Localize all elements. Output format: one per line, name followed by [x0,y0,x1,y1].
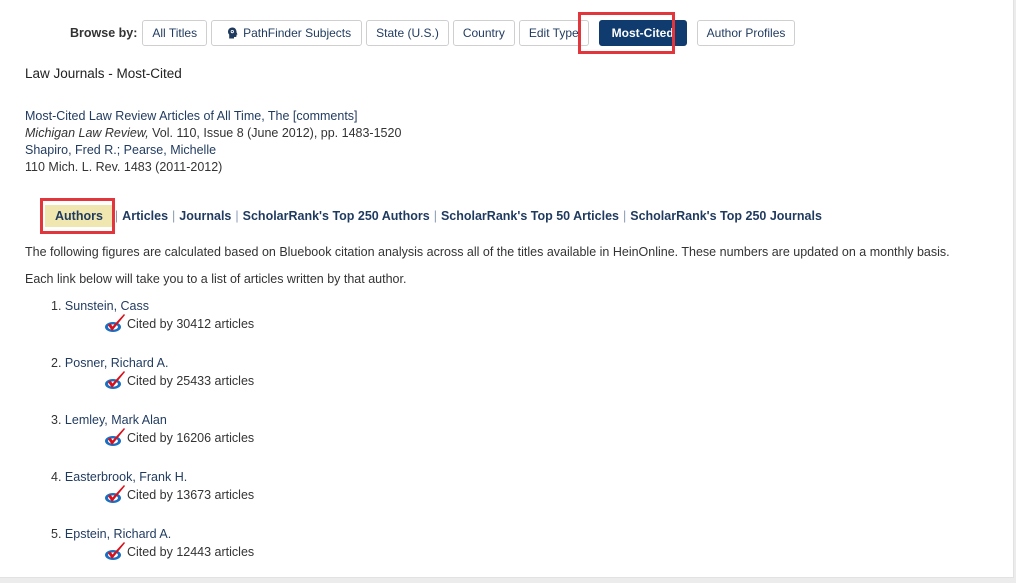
checkmark-icon [105,485,125,503]
tab-journals[interactable]: Journals [179,209,231,223]
country-button[interactable]: Country [452,20,515,46]
all-titles-label: All Titles [152,26,198,40]
tab-separator: | [622,209,627,223]
journal-line: Michigan Law Review, Vol. 110, Issue 8 (… [25,125,401,142]
cited-count: Cited by 30412 articles [127,316,255,331]
tab-articles[interactable]: Articles [122,209,168,223]
author-profiles-label: Author Profiles [706,26,786,40]
list-item: 1. Sunstein, Cass Cited by 30412 article… [51,298,254,355]
article-authors-link[interactable]: Shapiro, Fred R.; Pearse, Michelle [25,143,216,157]
state-us-label: State (U.S.) [376,26,439,40]
instruction-text: Each link below will take you to a list … [25,272,407,286]
all-titles-button[interactable]: All Titles [142,20,208,46]
cited-count: Cited by 12443 articles [127,544,255,559]
page-title: Law Journals - Most-Cited [25,66,182,81]
author-link[interactable]: Epstein, Richard A. [65,527,171,541]
journal-details: Vol. 110, Issue 8 (June 2012), pp. 1483-… [148,126,402,140]
edit-type-button[interactable]: Edit Type [518,20,589,46]
list-item: 3. Lemley, Mark Alan Cited by 16206 arti… [51,412,254,469]
author-rank: 2. [51,356,62,370]
author-link[interactable]: Lemley, Mark Alan [65,413,167,427]
tab-separator: | [114,209,119,223]
author-list: 1. Sunstein, Cass Cited by 30412 article… [51,298,254,583]
author-rank: 5. [51,527,62,541]
state-us-button[interactable]: State (U.S.) [366,20,449,46]
tab-separator: | [235,209,239,223]
author-link[interactable]: Sunstein, Cass [65,299,149,313]
journal-name: Michigan Law Review, [25,126,149,140]
page: Browse by: All Titles PathFinder Subject… [0,0,1014,578]
cited-count: Cited by 13673 articles [127,487,255,502]
pathfinder-subjects-button[interactable]: PathFinder Subjects [211,20,363,46]
edit-type-label: Edit Type [528,26,579,40]
browse-label: Browse by: [70,26,138,40]
list-item: 5. Epstein, Richard A. Cited by 12443 ar… [51,526,254,583]
checkmark-icon [105,314,125,332]
author-link[interactable]: Posner, Richard A. [65,356,169,370]
tab-top-250-authors[interactable]: ScholarRank's Top 250 Authors [243,209,430,223]
tab-separator: | [433,209,437,223]
list-item: 2. Posner, Richard A. Cited by 25433 art… [51,355,254,412]
description-text: The following figures are calculated bas… [25,245,950,259]
country-label: Country [462,26,505,40]
tab-top-50-articles[interactable]: ScholarRank's Top 50 Articles [441,209,619,223]
author-rank: 4. [51,470,62,484]
author-profiles-button[interactable]: Author Profiles [696,20,796,46]
citation-block: Most-Cited Law Review Articles of All Ti… [25,108,401,176]
checkmark-icon [105,428,125,446]
list-item: 4. Easterbrook, Frank H. Cited by 13673 … [51,469,254,526]
tab-top-250-journals[interactable]: ScholarRank's Top 250 Journals [630,209,822,223]
pathfinder-subjects-label: PathFinder Subjects [243,26,352,40]
cited-count: Cited by 25433 articles [127,373,255,388]
citation-reference: 110 Mich. L. Rev. 1483 (2011-2012) [25,160,223,174]
head-brain-icon [228,27,238,39]
author-rank: 1. [51,299,62,313]
cited-count: Cited by 16206 articles [127,430,255,445]
tab-separator: | [172,209,176,223]
checkmark-icon [105,371,125,389]
tab-authors[interactable]: Authors [45,205,113,227]
browse-bar: Browse by: All Titles PathFinder Subject… [70,20,799,46]
author-rank: 3. [51,413,62,427]
article-title-link[interactable]: Most-Cited Law Review Articles of All Ti… [25,109,358,123]
ranking-tabs: Authors | Articles | Journals | ScholarR… [45,205,822,227]
most-cited-label: Most-Cited [611,26,674,40]
most-cited-button[interactable]: Most-Cited [598,20,687,46]
author-link[interactable]: Easterbrook, Frank H. [65,470,187,484]
checkmark-icon [105,542,125,560]
